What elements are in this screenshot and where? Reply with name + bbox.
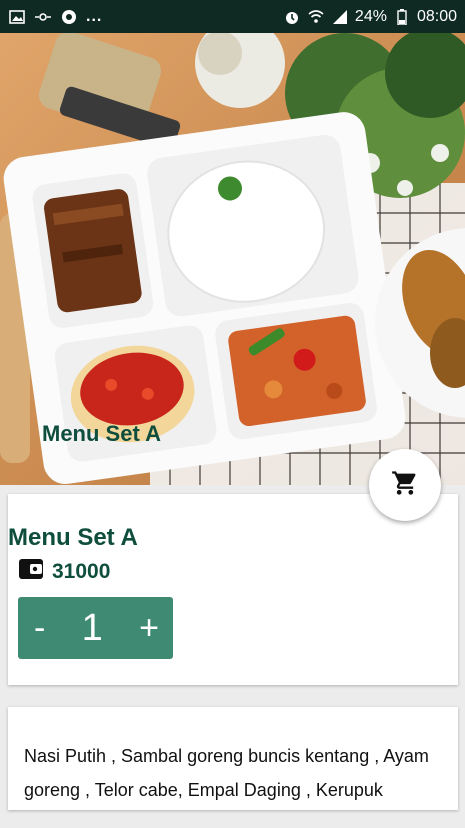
price-row: 31000 (18, 558, 110, 585)
signal-icon (331, 8, 349, 26)
hero-caption: Menu Set A (42, 421, 161, 446)
product-description: Nasi Putih , Sambal goreng buncis kentan… (24, 746, 429, 800)
battery-percent: 24% (354, 7, 387, 25)
increment-button[interactable]: + (139, 611, 159, 645)
quantity-stepper: - 1 + (18, 597, 173, 659)
status-bar: ... 24% 08:00 (0, 0, 465, 33)
product-card: Menu Set A 31000 - 1 + (8, 494, 458, 685)
decrement-button[interactable]: - (34, 611, 45, 645)
hero-image: Menu Set A (0, 33, 465, 485)
product-title: Menu Set A (8, 524, 138, 551)
wifi-icon (307, 8, 325, 26)
food-photo (0, 33, 465, 485)
status-bar-right: 24% 08:00 (283, 8, 457, 26)
description-card: Nasi Putih , Sambal goreng buncis kentan… (8, 707, 458, 810)
product-detail-screen: ... 24% 08:00 Menu Set A Menu Set A 3100… (0, 0, 465, 828)
status-bar-left: ... (8, 8, 102, 26)
quantity-value: 1 (81, 606, 103, 649)
image-icon (8, 8, 26, 26)
add-to-cart-button[interactable] (369, 449, 441, 521)
clock: 08:00 (416, 7, 457, 25)
chrome-icon (60, 8, 78, 26)
battery-icon (393, 8, 411, 26)
alarm-icon (283, 8, 301, 26)
wallet-icon (18, 558, 44, 585)
shopping-cart-icon (391, 469, 419, 502)
product-price: 31000 (52, 559, 111, 583)
link-icon (34, 8, 52, 26)
notification-overflow: ... (86, 7, 103, 25)
